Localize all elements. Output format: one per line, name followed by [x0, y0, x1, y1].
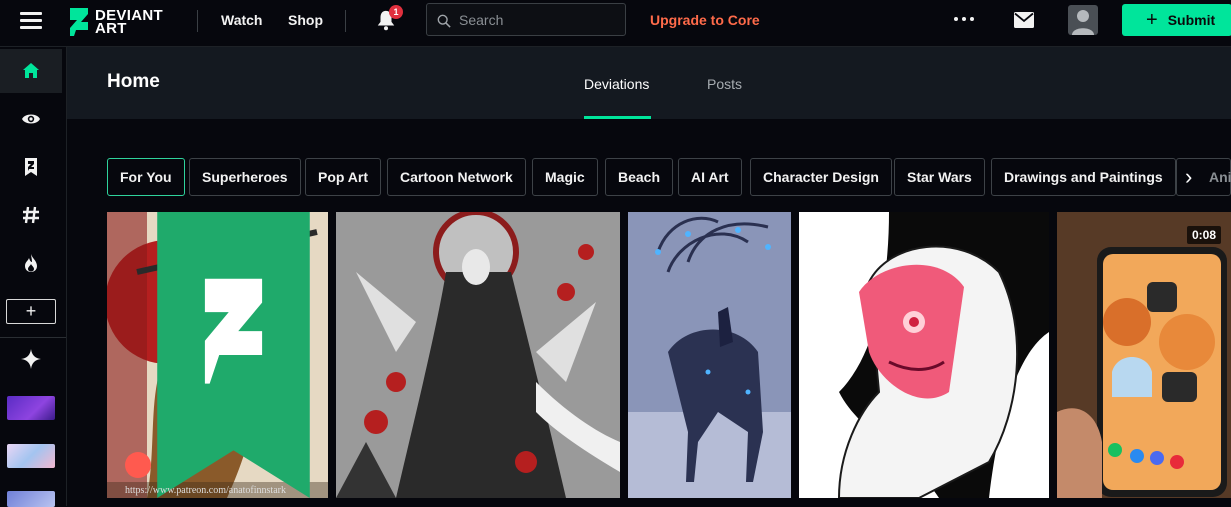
- search-box[interactable]: [426, 3, 626, 36]
- sidebar: +: [0, 47, 67, 507]
- chip-cartoon-network[interactable]: Cartoon Network: [387, 158, 526, 196]
- artwork-image: [336, 212, 620, 498]
- daily-deviation-badge: [157, 212, 310, 498]
- chip-character-design[interactable]: Character Design: [750, 158, 892, 196]
- chip-star-wars[interactable]: Star Wars: [894, 158, 985, 196]
- chip-magic[interactable]: Magic: [532, 158, 598, 196]
- sidebar-item-home[interactable]: [0, 49, 62, 93]
- home-icon: [23, 63, 39, 78]
- user-icon: [1072, 10, 1094, 35]
- chevron-right-icon: ›: [1185, 164, 1193, 189]
- page-title: Home: [107, 71, 160, 92]
- hashtag-icon: [23, 206, 39, 224]
- chip-pop-art[interactable]: Pop Art: [305, 158, 382, 196]
- divider: [345, 10, 346, 32]
- more-options-icon[interactable]: [954, 14, 974, 24]
- chip-ai-art[interactable]: AI Art: [678, 158, 742, 196]
- mail-icon[interactable]: [1014, 12, 1034, 28]
- chip-for-you[interactable]: For You: [107, 158, 185, 196]
- artwork-card[interactable]: 0:08: [1057, 212, 1231, 498]
- chip-anime[interactable]: Anime: [1209, 169, 1231, 185]
- deviantart-icon: [25, 158, 37, 176]
- nav-watch-link[interactable]: Watch: [221, 12, 262, 28]
- top-bar: DEVIANT ART Watch Shop 1 Upgrade to Core…: [0, 0, 1231, 47]
- sidebar-group-thumbnail[interactable]: [7, 444, 55, 468]
- page-header: Home Deviations Posts: [67, 47, 1231, 119]
- artwork-image: [1057, 212, 1231, 498]
- tab-posts[interactable]: Posts: [707, 76, 742, 92]
- nav-shop-link[interactable]: Shop: [288, 12, 323, 28]
- sparkle-icon: [21, 349, 41, 369]
- artwork-card[interactable]: https://www.patreon.com/anatofinnstark: [107, 212, 328, 498]
- menu-icon[interactable]: [20, 12, 42, 30]
- eye-icon: [22, 114, 40, 124]
- search-icon: [437, 14, 451, 28]
- artwork-card[interactable]: [336, 212, 620, 498]
- video-duration-badge: 0:08: [1186, 226, 1221, 244]
- fire-icon: [25, 254, 37, 272]
- active-tab-indicator: [584, 116, 651, 119]
- sidebar-item-tags[interactable]: [0, 193, 62, 237]
- artwork-image: [799, 212, 1049, 498]
- submit-button[interactable]: + Submit: [1122, 4, 1231, 36]
- notification-badge: 1: [389, 5, 403, 19]
- chips-scroll-right-button[interactable]: Anime ›: [1176, 158, 1231, 196]
- upgrade-to-core-link[interactable]: Upgrade to Core: [650, 12, 760, 28]
- deviantart-logo-icon: [70, 8, 88, 36]
- artwork-image: [628, 212, 791, 498]
- divider: [197, 10, 198, 32]
- sidebar-group-thumbnail[interactable]: [7, 491, 55, 507]
- topic-chips: For You Superheroes Pop Art Cartoon Netw…: [107, 158, 1231, 196]
- chip-beach[interactable]: Beach: [605, 158, 674, 196]
- sidebar-item-watch[interactable]: [0, 97, 62, 141]
- submit-label: Submit: [1167, 12, 1216, 28]
- sidebar-item-popular[interactable]: [0, 241, 62, 285]
- sidebar-group-thumbnail[interactable]: [7, 396, 55, 420]
- search-input[interactable]: [459, 4, 619, 35]
- chip-drawings-and-paintings[interactable]: Drawings and Paintings: [991, 158, 1176, 196]
- sidebar-item-core[interactable]: [0, 337, 62, 381]
- tab-deviations[interactable]: Deviations: [584, 76, 649, 92]
- artwork-caption: https://www.patreon.com/anatofinnstark: [125, 485, 286, 496]
- plus-icon: +: [1146, 9, 1158, 31]
- artwork-card[interactable]: [628, 212, 791, 498]
- chip-superheroes[interactable]: Superheroes: [189, 158, 301, 196]
- avatar[interactable]: [1068, 5, 1098, 35]
- artwork-card[interactable]: [799, 212, 1049, 498]
- sidebar-item-deviantart[interactable]: [0, 145, 62, 189]
- patreon-icon: [125, 452, 151, 478]
- add-button[interactable]: +: [6, 299, 56, 324]
- deviantart-logo[interactable]: DEVIANT ART: [68, 5, 163, 39]
- brand-wordmark: DEVIANT ART: [95, 7, 163, 37]
